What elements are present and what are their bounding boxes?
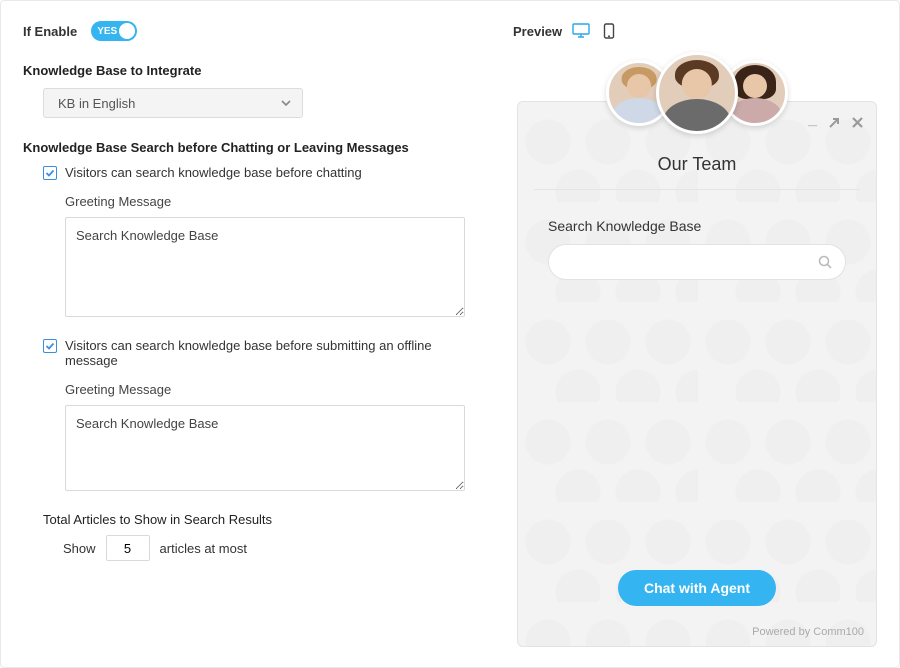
kb-integrate-label: Knowledge Base to Integrate xyxy=(23,63,497,78)
chat-with-agent-button[interactable]: Chat with Agent xyxy=(618,570,776,606)
desktop-icon[interactable] xyxy=(572,23,590,39)
team-avatars xyxy=(606,60,788,134)
popout-icon[interactable] xyxy=(827,116,841,134)
settings-page: If Enable YES Knowledge Base to Integrat… xyxy=(0,0,900,668)
before-chat-row: Visitors can search knowledge base befor… xyxy=(43,165,497,180)
total-articles-row: Show articles at most xyxy=(63,535,497,561)
total-suffix: articles at most xyxy=(160,541,247,556)
widget-controls: _ xyxy=(808,116,864,134)
before-offline-greeting-textarea[interactable] xyxy=(65,405,465,491)
kb-search-heading: Knowledge Base Search before Chatting or… xyxy=(23,140,497,155)
avatar xyxy=(656,52,738,134)
preview-kb-label: Search Knowledge Base xyxy=(548,218,846,234)
enable-row: If Enable YES xyxy=(23,21,497,41)
kb-select[interactable]: KB in English xyxy=(43,88,303,118)
powered-by: Powered by Comm100 xyxy=(752,626,864,638)
toggle-knob-icon xyxy=(119,23,135,39)
enable-label: If Enable xyxy=(23,24,77,39)
before-chat-label: Visitors can search knowledge base befor… xyxy=(65,165,362,180)
before-chat-greeting-textarea[interactable] xyxy=(65,217,465,317)
total-articles-label: Total Articles to Show in Search Results xyxy=(43,512,497,527)
mobile-icon[interactable] xyxy=(600,23,618,39)
before-offline-greeting-block: Greeting Message xyxy=(65,382,497,494)
enable-toggle[interactable]: YES xyxy=(91,21,137,41)
before-chat-greeting-block: Greeting Message xyxy=(65,194,497,320)
kb-select-value: KB in English xyxy=(58,96,135,111)
before-chat-checkbox[interactable] xyxy=(43,166,57,180)
preview-pane: Preview _ Our xyxy=(507,21,877,657)
close-icon[interactable] xyxy=(851,116,864,134)
settings-form: If Enable YES Knowledge Base to Integrat… xyxy=(23,21,497,657)
before-offline-checkbox[interactable] xyxy=(43,339,57,353)
chevron-down-icon xyxy=(280,97,292,109)
before-offline-row: Visitors can search knowledge base befor… xyxy=(43,338,497,368)
total-articles-input[interactable] xyxy=(106,535,150,561)
before-offline-label: Visitors can search knowledge base befor… xyxy=(65,338,445,368)
toggle-value: YES xyxy=(97,26,117,37)
minimize-icon[interactable]: _ xyxy=(808,112,817,130)
total-prefix: Show xyxy=(63,541,96,556)
before-offline-greeting-label: Greeting Message xyxy=(65,382,497,397)
search-icon xyxy=(817,254,833,270)
chat-widget-preview: _ Our Team Search Knowledge Base xyxy=(517,101,877,647)
preview-header: Preview xyxy=(513,23,877,39)
preview-label: Preview xyxy=(513,24,562,39)
preview-kb-search[interactable] xyxy=(548,244,846,280)
before-chat-greeting-label: Greeting Message xyxy=(65,194,497,209)
